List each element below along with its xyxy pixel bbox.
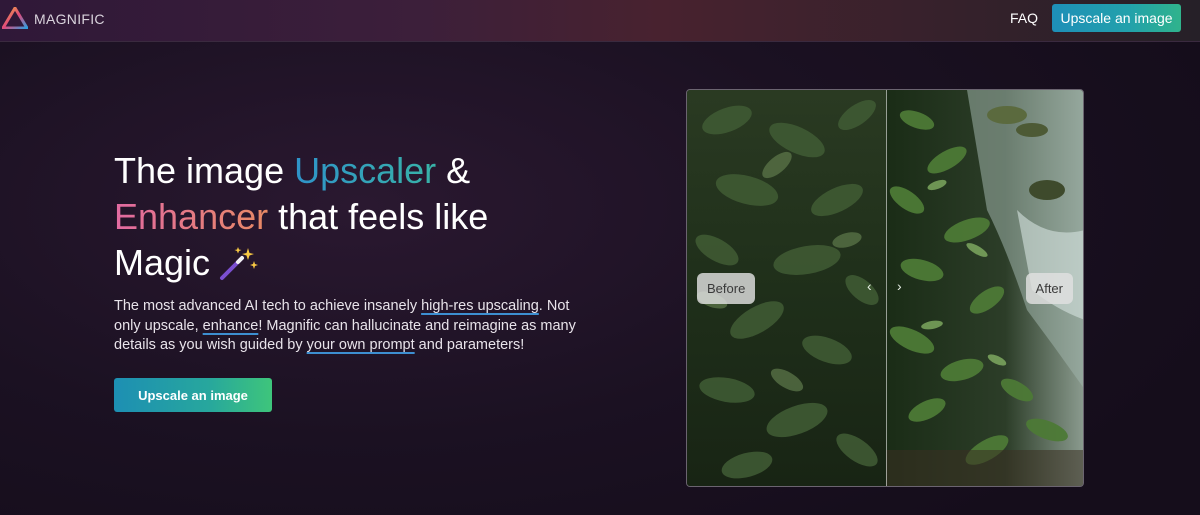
compare-divider-handle[interactable] bbox=[886, 90, 887, 486]
high-res-upscaling-link[interactable]: high-res upscaling bbox=[421, 298, 539, 314]
magic-wand-icon bbox=[220, 247, 259, 280]
headline-text-3: that feels like bbox=[268, 196, 489, 237]
after-label: After bbox=[1025, 273, 1073, 304]
description-text-1: The most advanced AI tech to achieve ins… bbox=[114, 298, 422, 314]
nav-upscale-button[interactable]: Upscale an image bbox=[1052, 4, 1181, 32]
faq-link[interactable]: FAQ bbox=[1010, 10, 1038, 26]
page: MAGNIFIC FAQ Upscale an image The image … bbox=[0, 0, 1200, 515]
hero-description: The most advanced AI tech to achieve ins… bbox=[114, 297, 584, 356]
hero-upscale-button[interactable]: Upscale an image bbox=[114, 378, 272, 412]
your-own-prompt-link[interactable]: your own prompt bbox=[307, 337, 415, 353]
brand-name[interactable]: MAGNIFIC bbox=[34, 11, 105, 27]
enhance-link[interactable]: enhance bbox=[203, 318, 259, 334]
chevron-right-icon[interactable]: › bbox=[897, 278, 902, 294]
before-label: Before bbox=[697, 273, 756, 304]
headline-highlight-upscaler: Upscaler bbox=[294, 150, 437, 191]
headline-text-1: The image bbox=[114, 150, 295, 191]
headline-text-4: Magic bbox=[114, 242, 211, 283]
before-after-comparison[interactable]: ‹ › Before After bbox=[686, 89, 1084, 487]
hero-headline: The image Upscaler & Enhancer that feels… bbox=[114, 148, 584, 286]
magnific-logo-icon[interactable] bbox=[2, 7, 28, 29]
top-navbar: MAGNIFIC FAQ Upscale an image bbox=[0, 0, 1200, 42]
chevron-left-icon[interactable]: ‹ bbox=[867, 278, 872, 294]
headline-text-2: & bbox=[436, 150, 471, 191]
headline-highlight-enhancer: Enhancer bbox=[114, 196, 269, 237]
description-text-4: and parameters! bbox=[414, 337, 525, 353]
